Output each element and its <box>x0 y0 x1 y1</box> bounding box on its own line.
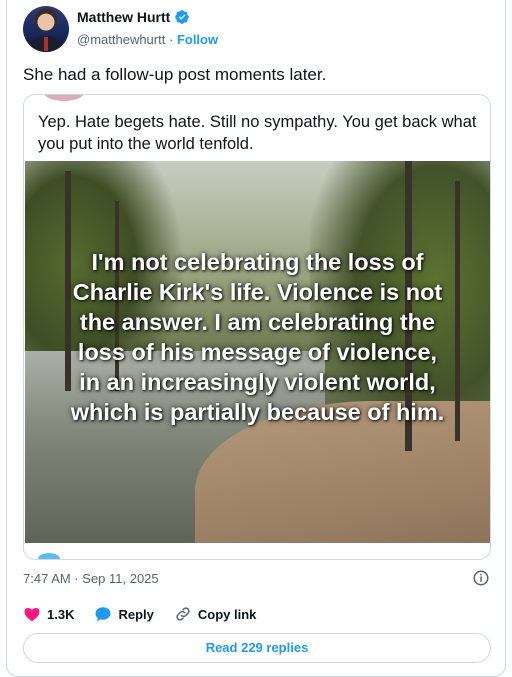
author-handle-row: @matthewhurtt · Follow <box>77 32 218 47</box>
overlay-line: loss of his message of violence, <box>77 339 438 365</box>
quoted-post-image[interactable]: I'm not celebrating the loss of Charlie … <box>25 161 490 543</box>
speech-bubble-icon <box>95 607 111 622</box>
author-avatar[interactable] <box>23 6 69 52</box>
quoted-post[interactable]: Yep. Hate begets hate. Still no sympathy… <box>23 94 491 560</box>
author-handle[interactable]: @matthewhurtt <box>77 32 165 47</box>
copy-link-label: Copy link <box>197 606 257 622</box>
link-icon <box>176 607 190 621</box>
action-bar: 1.3K Reply Copy link <box>23 605 276 623</box>
overlay-line: in an increasingly violent world, <box>79 369 436 395</box>
follow-button[interactable]: Follow <box>177 32 218 47</box>
image-overlay-text: I'm not celebrating the loss of Charlie … <box>25 247 490 427</box>
tweet-timestamp[interactable]: 7:47 AM · Sep 11, 2025 <box>23 571 159 586</box>
verified-badge-icon <box>175 10 190 24</box>
like-count: 1.3K <box>47 606 75 622</box>
overlay-line: I'm not celebrating the loss of <box>91 249 424 275</box>
overlay-line: the answer. I am celebrating the <box>79 309 436 335</box>
heart-icon <box>24 608 40 622</box>
avatar-tie <box>44 37 48 51</box>
tweet-text: She had a follow-up post moments later. <box>23 65 327 84</box>
read-replies-button[interactable]: Read 229 replies <box>23 633 491 663</box>
quoted-author-avatar <box>44 95 84 101</box>
reply-label: Reply <box>118 606 154 622</box>
reply-button[interactable]: Reply <box>94 605 154 623</box>
handle-separator: · <box>168 32 174 47</box>
author-name-row: Matthew Hurtt <box>77 9 190 25</box>
info-icon[interactable] <box>472 569 490 587</box>
quoted-post-text: Yep. Hate begets hate. Still no sympathy… <box>38 113 477 153</box>
author-name[interactable]: Matthew Hurtt <box>77 9 170 25</box>
like-button[interactable]: 1.3K <box>23 605 74 623</box>
overlay-line: which is partially because of him. <box>70 399 445 425</box>
copy-link-button[interactable]: Copy link <box>174 605 257 623</box>
quoted-next-avatar <box>38 553 60 559</box>
overlay-line: Charlie Kirk's life. Violence is not <box>72 279 443 305</box>
embedded-tweet-card: Matthew Hurtt @matthewhurtt · Follow She… <box>6 0 506 677</box>
